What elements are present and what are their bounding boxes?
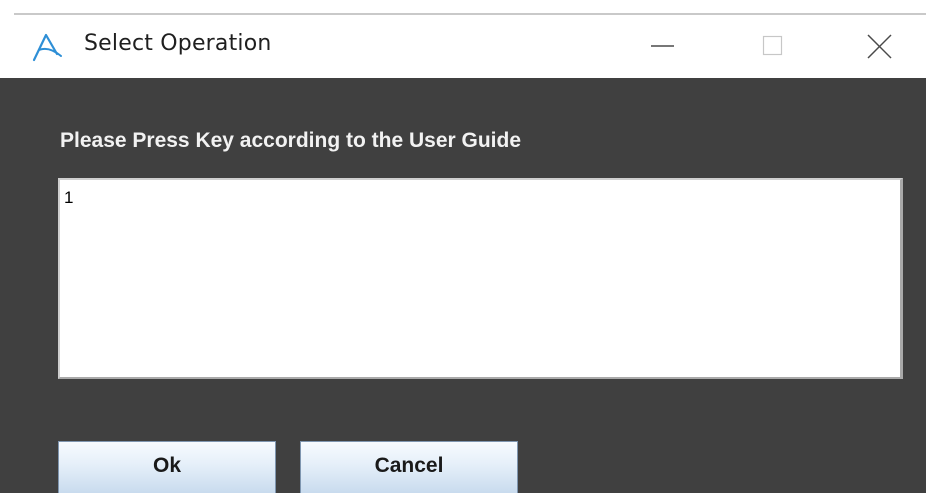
close-button[interactable] <box>836 15 926 77</box>
minimize-button[interactable] <box>617 15 707 77</box>
ok-button[interactable]: Ok <box>58 441 276 493</box>
key-input-area[interactable]: 1 <box>58 178 903 379</box>
app-logo-icon <box>31 32 65 62</box>
cancel-button[interactable]: Cancel <box>300 441 518 493</box>
title-bar[interactable]: Select Operation <box>0 15 926 78</box>
maximize-button[interactable] <box>734 15 824 77</box>
select-operation-window: Select Operation Please Press Key accord… <box>0 0 926 493</box>
prompt-label: Please Press Key according to the User G… <box>60 129 522 152</box>
dialog-content: Please Press Key according to the User G… <box>0 78 926 493</box>
window-title: Select Operation <box>84 31 272 56</box>
